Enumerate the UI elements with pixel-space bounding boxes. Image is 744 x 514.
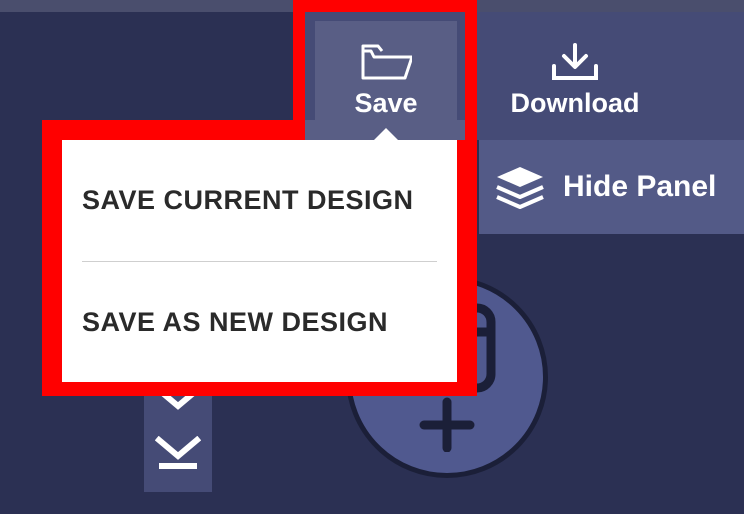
save-dropdown-menu: SAVE CURRENT DESIGN SAVE AS NEW DESIGN <box>62 140 457 382</box>
download-button[interactable]: Download <box>485 21 665 140</box>
menu-item-label: SAVE CURRENT DESIGN <box>82 185 414 216</box>
menu-item-save-current[interactable]: SAVE CURRENT DESIGN <box>62 140 457 261</box>
highlight-frame-top <box>293 0 477 140</box>
download-button-label: Download <box>511 88 640 119</box>
download-icon <box>550 42 600 82</box>
chevron-down-bar-icon <box>155 436 201 470</box>
hide-panel-label: Hide Panel <box>563 170 716 204</box>
panel-toggle-bar[interactable]: Hide Panel <box>479 140 744 234</box>
collapse-chevrons[interactable] <box>152 386 204 470</box>
menu-item-save-as-new[interactable]: SAVE AS NEW DESIGN <box>62 262 457 383</box>
dropdown-pointer <box>374 128 398 140</box>
menu-item-label: SAVE AS NEW DESIGN <box>82 307 388 338</box>
layers-icon <box>495 165 545 209</box>
